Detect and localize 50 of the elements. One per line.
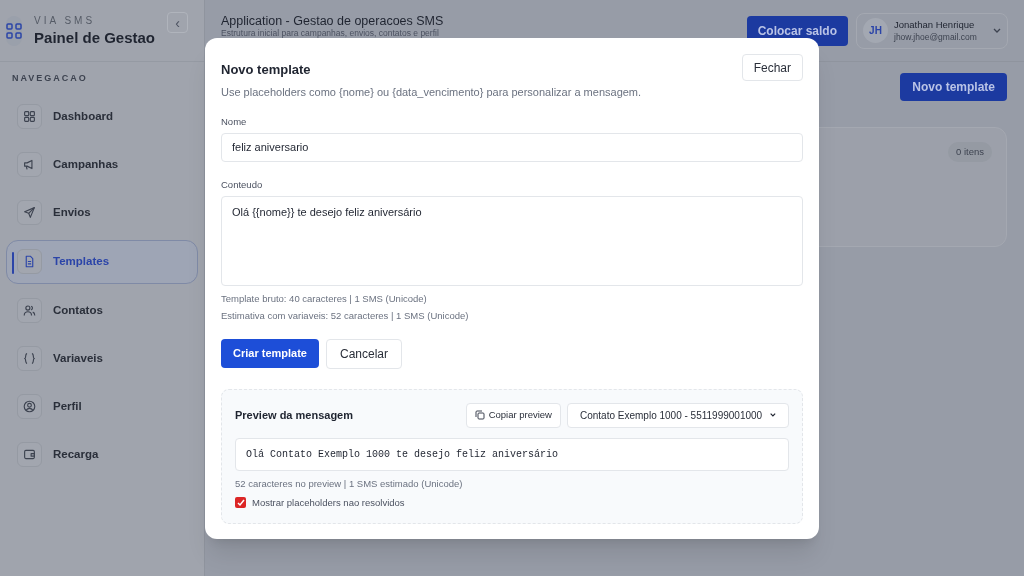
- users-icon: [23, 304, 36, 317]
- section-heading: NAVEGACAO: [11, 72, 89, 85]
- character-count: Estimativa com variaveis: 52 caracteres | 1 SMS (Unicode): [221, 309, 470, 324]
- braces-icon: [23, 352, 36, 365]
- copy-icon: [474, 410, 485, 420]
- preview-title: Preview da mensagem: [235, 407, 354, 423]
- modal-description: Use placeholders como {nome} ou {data_vencimento} para personalizar a mensagem.: [221, 85, 643, 100]
- name-input[interactable]: feliz aniversario: [221, 132, 803, 162]
- field-label: Nome: [221, 114, 248, 129]
- nav-item[interactable]: Variaveis: [6, 337, 198, 380]
- create-template-button[interactable]: Criar template: [221, 338, 319, 368]
- wallet-icon: [23, 448, 36, 461]
- nav-item[interactable]: Contatos: [6, 289, 198, 332]
- nav-item[interactable]: Envios: [6, 191, 198, 234]
- field-label: Conteudo: [221, 177, 264, 192]
- close-button[interactable]: Fechar: [741, 54, 803, 81]
- grid-icon: [23, 110, 36, 123]
- checkbox[interactable]: [235, 497, 246, 509]
- app-subtitle: Estrutura inicial para campanhas, envios, contatos e perfil: [221, 29, 440, 38]
- nav-item[interactable]: Templates: [6, 239, 198, 284]
- user-menu[interactable]: JH Jonathan Henrique jhow.jhoe@gmail.com: [856, 12, 1008, 49]
- chevron-down-icon: [770, 412, 776, 418]
- user-circle-icon: [23, 400, 36, 413]
- preview-stats: 52 caracteres no preview | 1 SMS estimado (Unicode): [235, 476, 464, 491]
- character-count: Template bruto: 40 caracteres | 1 SMS (Unicode): [221, 292, 428, 306]
- megaphone-icon: [23, 158, 36, 171]
- nav-item[interactable]: Perfil: [6, 385, 198, 428]
- user-name: Jonathan Henrique: [894, 18, 976, 31]
- logo-icon: [6, 15, 23, 46]
- nav-item[interactable]: Dashboard: [6, 95, 198, 138]
- content-textarea[interactable]: Olá {{nome}} te desejo feliz aniversário: [221, 196, 803, 286]
- modal-title: Novo template: [221, 61, 311, 79]
- brand-title: Painel de Gestao: [34, 28, 155, 48]
- app-title: Application - Gestao de operacoes SMS: [221, 14, 445, 29]
- new-template-button[interactable]: Novo template: [900, 73, 1007, 101]
- nav-item[interactable]: Campanhas: [6, 143, 198, 186]
- chevron-down-icon: [993, 27, 1001, 34]
- checkbox-label: Mostrar placeholders nao resolvidos: [252, 495, 405, 510]
- preview-message: Olá Contato Exemplo 1000 te desejo feliz aniversário: [235, 437, 789, 471]
- user-avatar: JH: [863, 18, 888, 43]
- collapse-button[interactable]: ‹: [167, 12, 188, 33]
- nav-item[interactable]: Recarga: [6, 433, 198, 476]
- contact-select[interactable]: Contato Exemplo 1000 - 5511999001000: [567, 402, 789, 428]
- paper-plane-icon: [23, 206, 36, 219]
- count-badge: 0 itens: [948, 142, 992, 162]
- brand-eyebrow: VIA SMS: [34, 14, 97, 28]
- cancel-button[interactable]: Cancelar: [326, 338, 402, 369]
- user-email: jhow.jhoe@gmail.com: [894, 30, 978, 43]
- copy-preview-button[interactable]: Copiar preview: [465, 402, 561, 428]
- document-icon: [23, 255, 36, 268]
